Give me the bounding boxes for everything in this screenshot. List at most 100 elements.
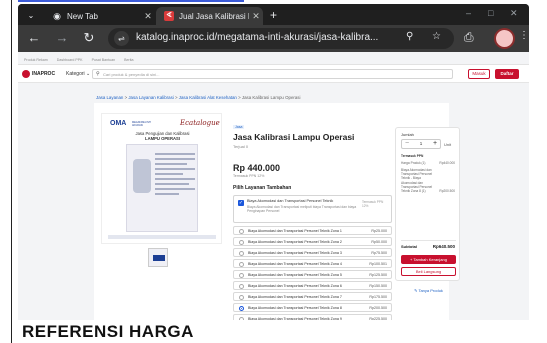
radio-icon[interactable]	[239, 317, 244, 320]
tab-product[interactable]: ∢ Jual Jasa Kalibrasi Lampu Oр ✕	[156, 7, 263, 25]
minus-icon[interactable]: −	[402, 140, 412, 148]
util-link[interactable]: Pusat Bantuan	[92, 58, 116, 62]
addon-service-desc: Biaya Akomodasi dan Transportasi meliput…	[247, 205, 357, 214]
quantity-value[interactable]: 1	[412, 141, 430, 146]
addon-service-checkbox[interactable]: ✓ Biaya Akomodasi dan Transportasi Perso…	[233, 195, 392, 223]
tab-search-icon[interactable]: ⌄	[24, 9, 38, 23]
radio-icon[interactable]	[239, 284, 244, 289]
addon-service-label: Biaya Akomodasi dan Transportasi Persone…	[247, 199, 334, 203]
zone-option[interactable]: Biaya Akomodasi dan Transportasi Persone…	[233, 270, 392, 280]
price-breakdown-label: Harga Produk (1)	[401, 161, 426, 165]
zone-option-label: Biaya Akomodasi dan Transportasi Persone…	[248, 284, 342, 289]
screenshot-frame: ⌄ ◉ New Tab ✕ ∢ Jual Jasa Kalibrasi Lamp…	[0, 0, 547, 343]
zone-option[interactable]: Biaya Akomodasi dan Transportasi Persone…	[233, 314, 392, 320]
radio-icon[interactable]	[239, 295, 244, 300]
zone-option[interactable]: Biaya Akomodasi dan Transportasi Persone…	[233, 281, 392, 291]
divider	[401, 240, 456, 241]
inaproc-logo[interactable]: INAPROC	[22, 69, 55, 79]
radio-icon[interactable]	[239, 229, 244, 234]
minimize-icon[interactable]: –	[466, 8, 471, 18]
zone-option-label: Biaya Akomodasi dan Transportasi Persone…	[248, 295, 342, 300]
radio-selected-icon[interactable]	[239, 306, 244, 311]
zone-option[interactable]: Biaya Akomodasi dan Transportasi Persone…	[233, 226, 392, 236]
zone-option-label: Biaya Akomodasi dan Transportasi Persone…	[248, 273, 342, 278]
top-link-strip	[0, 0, 547, 3]
logo-text: INAPROC	[32, 71, 56, 77]
zone-option[interactable]: Biaya Akomodasi dan Transportasi Persone…	[233, 303, 392, 313]
zone-option-label: Biaya Akomodasi dan Transportasi Persone…	[248, 251, 342, 256]
radio-icon[interactable]	[239, 262, 244, 267]
buy-now-button[interactable]: Beli Langsung	[401, 267, 456, 276]
url-text[interactable]: katalog.inaproc.id/megatama-inti-akurasi…	[136, 32, 378, 43]
quantity-stepper[interactable]: − 1 +	[401, 139, 441, 149]
quantity-label: Jumlah	[401, 132, 414, 137]
profile-avatar[interactable]	[494, 28, 515, 49]
surgical-lamp-icon	[133, 159, 151, 193]
zone-option-price: Rp100.501	[369, 262, 387, 267]
radio-icon[interactable]	[239, 240, 244, 245]
search-icon: ⚲	[96, 71, 100, 77]
browser-toolbar: ← → ↻ ⇌ katalog.inaproc.id/megatama-inti…	[18, 25, 529, 52]
util-link[interactable]: Dashboard PPK	[57, 58, 83, 62]
close-icon[interactable]: ✕	[249, 11, 263, 22]
tab-new-tab[interactable]: ◉ New Tab ✕	[44, 7, 155, 25]
new-tab-button[interactable]: +	[270, 8, 277, 22]
reload-icon[interactable]: ↻	[81, 30, 97, 46]
unit-label: Unit	[444, 142, 452, 147]
browser-menu-icon[interactable]: ⋮	[519, 30, 529, 41]
extensions-icon[interactable]: ⎙	[464, 30, 474, 45]
util-link[interactable]: Berita	[124, 58, 133, 62]
cart-tax-note: Termasuk PPN	[401, 154, 424, 158]
addon-price-note: Termasuk PPN 12%	[362, 200, 384, 208]
price-breakdown-value: Rp440.000	[439, 161, 455, 165]
underlined-link[interactable]	[18, 0, 244, 2]
radio-icon[interactable]	[239, 273, 244, 278]
image-body-text	[155, 153, 195, 213]
product-thumbnail[interactable]	[148, 248, 168, 267]
product-image[interactable]: OMA MEGATAMA INTI AKURASI Ecatalogue Jas…	[101, 113, 222, 244]
breadcrumb-item[interactable]: Jasa Layanan	[96, 95, 123, 100]
login-button[interactable]: Masuk	[468, 69, 490, 79]
zone-option-price: Rp225.500	[369, 317, 387, 320]
back-icon[interactable]: ←	[26, 30, 42, 45]
zone-option[interactable]: Biaya Akomodasi dan Transportasi Persone…	[233, 248, 392, 258]
zone-option-price: Rp75.500	[371, 251, 387, 256]
breadcrumb-item[interactable]: Jasa Kalibrasi Alat Kesehatan	[179, 95, 237, 100]
product-title: Jasa Kalibrasi Lampu Operasi	[233, 132, 355, 142]
site-info-icon[interactable]: ⇌	[114, 31, 129, 46]
add-to-cart-button[interactable]: + Tambah Keranjang	[401, 255, 456, 264]
ecatalogue-logo: Ecatalogue	[180, 119, 220, 127]
zone-option-label: Biaya Akomodasi dan Transportasi Persone…	[248, 229, 342, 234]
search-placeholder: Cari produk & penyedia di sini...	[103, 72, 160, 77]
ask-product-label: Tanya Produk	[418, 288, 443, 293]
zone-option[interactable]: Biaya Akomodasi dan Transportasi Persone…	[233, 237, 392, 247]
zone-option-price: Rp25.000	[371, 229, 387, 234]
checkbox-checked-icon[interactable]: ✓	[238, 200, 244, 206]
search-input[interactable]: ⚲ Cari produk & penyedia di sini...	[92, 69, 453, 79]
breadcrumb-item[interactable]: Jasa Layanan Kalibrasi	[128, 95, 173, 100]
category-badge: Jasa	[233, 125, 245, 129]
close-icon[interactable]: ✕	[141, 11, 155, 22]
zoom-icon[interactable]: ⚲	[406, 31, 413, 42]
kategori-dropdown[interactable]: Kategori ⌄	[66, 71, 90, 77]
close-window-icon[interactable]: ✕	[510, 8, 518, 19]
plus-icon[interactable]: +	[430, 140, 440, 148]
lamp-illustration	[126, 144, 198, 232]
util-link[interactable]: Produk Rekam	[24, 58, 48, 62]
breadcrumb-current: Jasa Kalibrasi Lampu Operasi	[241, 95, 301, 100]
zone-option-price: Rp50.000	[371, 240, 387, 245]
ask-product-link[interactable]: ✎ Tanya Produk	[396, 288, 461, 293]
zone-option-label: Biaya Akomodasi dan Transportasi Persone…	[248, 317, 342, 320]
address-bar[interactable]: ⇌ katalog.inaproc.id/megatama-inti-akura…	[108, 28, 454, 49]
bookmark-star-icon[interactable]: ☆	[432, 31, 441, 42]
oma-logo: OMA	[110, 120, 127, 127]
addons-title: Pilih Layanan Tambahan	[233, 185, 292, 191]
register-button[interactable]: Daftar	[495, 69, 519, 79]
zone-option[interactable]: Biaya Akomodasi dan Transportasi Persone…	[233, 292, 392, 302]
maximize-icon[interactable]: □	[488, 8, 493, 18]
radio-icon[interactable]	[239, 251, 244, 256]
forward-icon[interactable]: →	[54, 30, 70, 45]
zone-option-price: Rp150.500	[369, 284, 387, 289]
zone-option[interactable]: Biaya Akomodasi dan Transportasi Persone…	[233, 259, 392, 269]
price-tax-note: Termasuk PPN 12%	[233, 174, 265, 178]
